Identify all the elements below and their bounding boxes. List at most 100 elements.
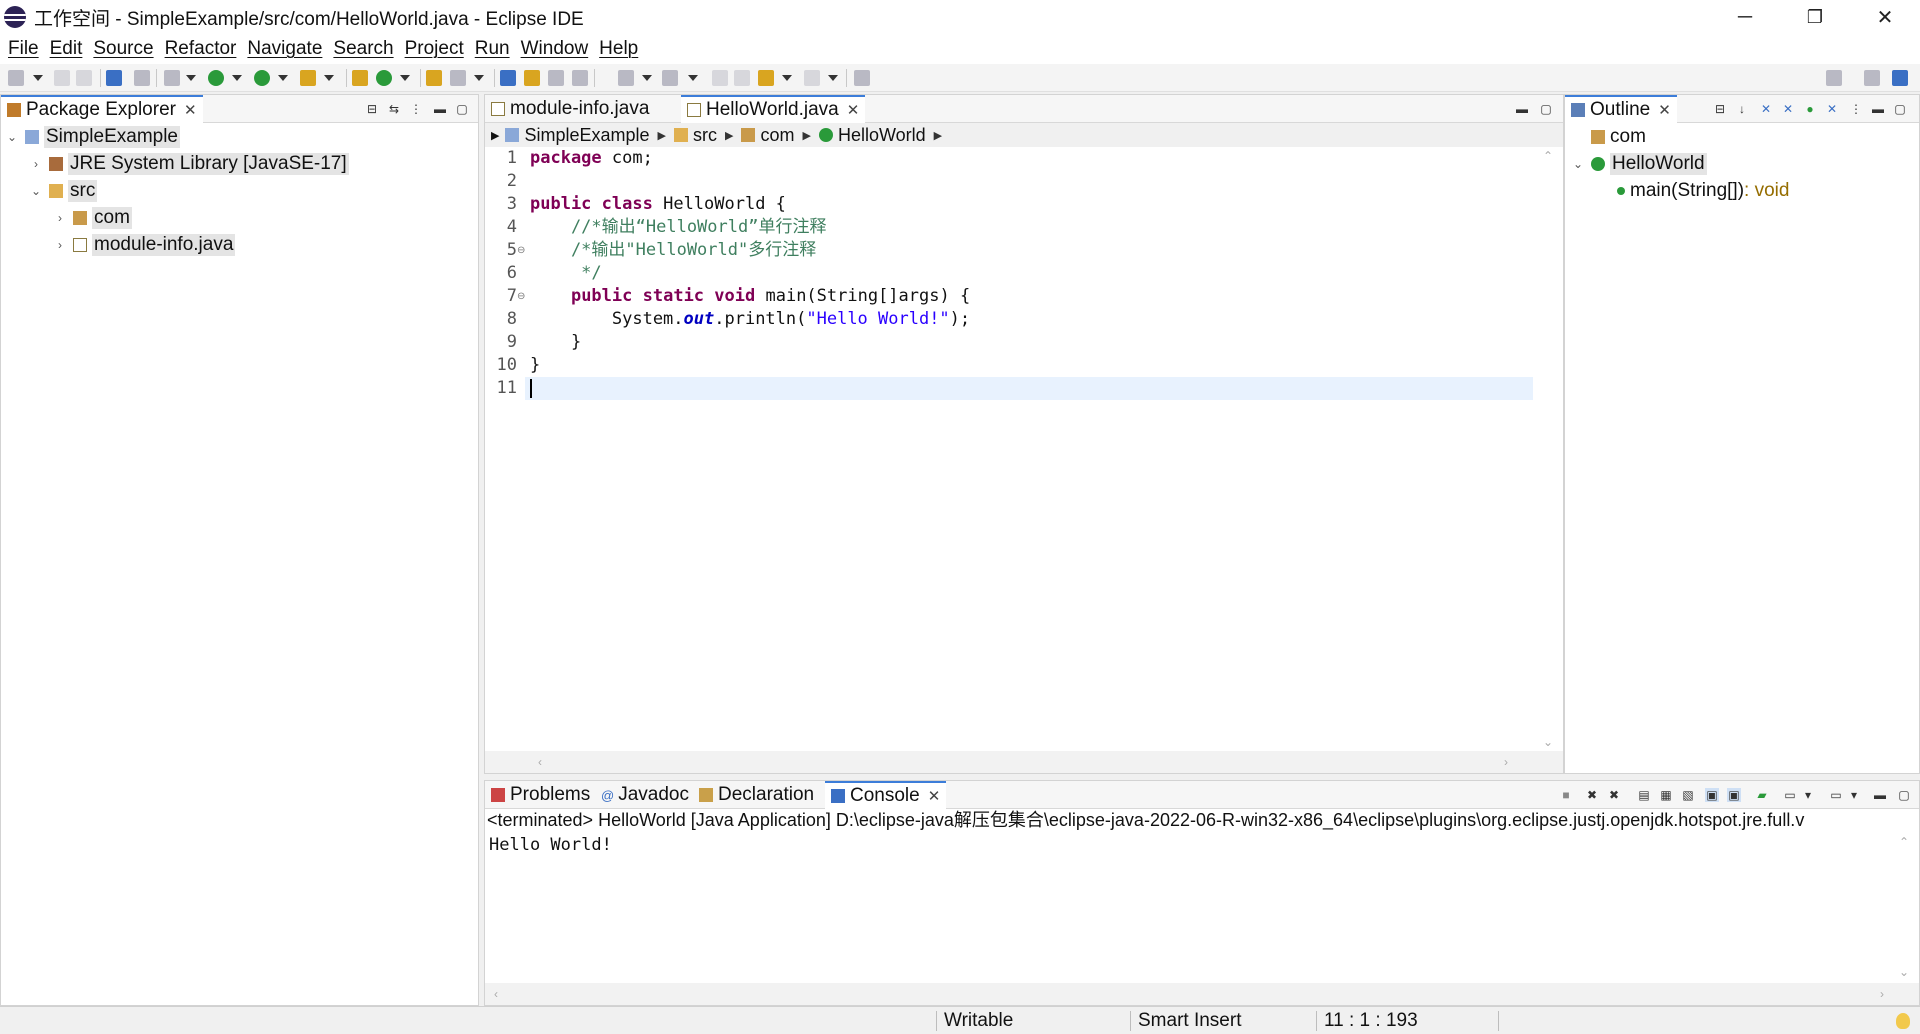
expand-icon[interactable]: ›	[53, 238, 67, 252]
tab-declaration[interactable]: Declaration	[693, 781, 820, 809]
tree-item-src[interactable]: ⌄ src	[29, 179, 98, 203]
pin-editor-icon[interactable]	[854, 70, 870, 86]
scroll-right-icon[interactable]: ›	[1499, 755, 1513, 769]
tab-module-info[interactable]: module-info.java	[485, 95, 655, 123]
save-all-icon[interactable]	[76, 70, 92, 86]
breadcrumb-src[interactable]: src ▶	[674, 125, 733, 146]
search-tool-icon[interactable]	[450, 70, 466, 86]
view-menu-icon[interactable]: ⋮	[409, 102, 423, 116]
menu-edit[interactable]: Edit	[46, 38, 90, 60]
breadcrumb-helloworld[interactable]: HelloWorld ▶	[818, 125, 942, 146]
fold-toggle-icon[interactable]: ⊖	[517, 285, 525, 308]
external-tools-icon[interactable]	[300, 70, 316, 86]
run-dropdown-icon[interactable]	[232, 75, 242, 81]
outline-item-main[interactable]: main(String[]) : void	[1617, 179, 1789, 203]
tree-item-module-info[interactable]: › module-info.java	[53, 233, 236, 257]
close-icon[interactable]: ✕	[184, 101, 197, 119]
terminal-icon[interactable]	[106, 70, 122, 86]
console-output-area[interactable]: Hello World!	[485, 831, 1919, 983]
hide-static-icon[interactable]: ✕	[1781, 102, 1795, 116]
skip-breakpoints-icon[interactable]	[134, 70, 150, 86]
scroll-up-icon[interactable]: ⌃	[1897, 835, 1911, 849]
console-horizontal-scrollbar[interactable]: ‹ ›	[485, 983, 1919, 1005]
new-java-package-icon[interactable]	[352, 70, 368, 86]
show-on-stdout-icon[interactable]: ▣	[1705, 788, 1719, 802]
new-class-dropdown-icon[interactable]	[400, 75, 410, 81]
display-console-icon[interactable]: ▭	[1783, 788, 1797, 802]
display-console-dropdown-icon[interactable]: ▾	[1801, 788, 1815, 802]
save-icon[interactable]	[54, 70, 70, 86]
tab-console[interactable]: Console ✕	[825, 781, 947, 809]
hide-local-types-icon[interactable]: ✕	[1825, 102, 1839, 116]
forward-dropdown-icon[interactable]	[828, 75, 838, 81]
scroll-up-icon[interactable]: ⌃	[1541, 149, 1555, 163]
breadcrumb-project[interactable]: SimpleExample ▶	[505, 125, 666, 146]
expand-icon[interactable]: ›	[53, 211, 67, 225]
close-window-button[interactable]: ✕	[1850, 0, 1920, 34]
hide-fields-icon[interactable]: ✕	[1759, 102, 1773, 116]
menu-refactor[interactable]: Refactor	[161, 38, 244, 60]
menu-file[interactable]: File	[4, 38, 46, 60]
outline-item-helloworld[interactable]: ⌄ HelloWorld	[1571, 152, 1707, 176]
menu-help[interactable]: Help	[595, 38, 645, 60]
run-icon[interactable]	[208, 70, 224, 86]
minimize-button[interactable]: ─	[1710, 0, 1780, 34]
show-on-stderr-icon[interactable]: ▣	[1727, 788, 1741, 802]
scroll-left-icon[interactable]: ‹	[533, 755, 547, 769]
back-icon[interactable]	[758, 70, 774, 86]
toggle-highlight-icon[interactable]	[524, 70, 540, 86]
toggle-mark-occurrences-icon[interactable]	[500, 70, 516, 86]
lightbulb-icon[interactable]	[1896, 1013, 1910, 1029]
scroll-down-icon[interactable]: ⌄	[1541, 735, 1555, 749]
code-editor[interactable]: 1 2 3 4 5 6 7 8 9 10 11 ⊖ ⊖ package com;…	[485, 147, 1563, 751]
back-dropdown-icon[interactable]	[782, 75, 792, 81]
menu-navigate[interactable]: Navigate	[243, 38, 329, 60]
minimize-view-icon[interactable]: ▬	[1871, 102, 1885, 116]
word-wrap-icon[interactable]: ▧	[1681, 788, 1695, 802]
pin-console-icon[interactable]: ▰	[1755, 788, 1769, 802]
remove-launch-icon[interactable]: ✖	[1585, 788, 1599, 802]
link-with-editor-icon[interactable]: ⇆	[387, 102, 401, 116]
maximize-view-icon[interactable]: ▢	[1539, 102, 1553, 116]
coverage-dropdown-icon[interactable]	[278, 75, 288, 81]
clear-console-icon[interactable]: ▤	[1637, 788, 1651, 802]
open-console-icon[interactable]: ▭	[1829, 788, 1843, 802]
scroll-lock-icon[interactable]: ▦	[1659, 788, 1673, 802]
debug-dropdown-icon[interactable]	[186, 75, 196, 81]
maximize-view-icon[interactable]: ▢	[1893, 102, 1907, 116]
menu-window[interactable]: Window	[517, 38, 596, 60]
expand-icon[interactable]: ⌄	[5, 130, 19, 144]
tree-item-project[interactable]: ⌄ SimpleExample	[5, 125, 180, 149]
collapse-all-icon[interactable]: ⊟	[1713, 102, 1727, 116]
menu-source[interactable]: Source	[89, 38, 160, 60]
horizontal-scrollbar[interactable]: ‹ ›	[485, 751, 1563, 773]
breadcrumb-arrow-icon[interactable]: ▶	[491, 129, 499, 142]
new-icon[interactable]	[8, 70, 24, 86]
previous-annotation-icon[interactable]	[662, 70, 678, 86]
close-icon[interactable]: ✕	[1658, 101, 1671, 119]
coverage-icon[interactable]	[254, 70, 270, 86]
tab-package-explorer[interactable]: Package Explorer ✕	[1, 95, 203, 123]
search-icon[interactable]	[1826, 70, 1842, 86]
new-java-class-icon[interactable]	[376, 70, 392, 86]
restore-button[interactable]: ❐	[1780, 0, 1850, 34]
next-annotation-dropdown-icon[interactable]	[642, 75, 652, 81]
tree-item-jre-library[interactable]: › JRE System Library [JavaSE-17]	[29, 152, 349, 176]
menu-project[interactable]: Project	[401, 38, 471, 60]
minimize-view-icon[interactable]: ▬	[1873, 788, 1887, 802]
outline-item-com[interactable]: com	[1591, 125, 1646, 149]
open-perspective-icon[interactable]	[1864, 70, 1880, 86]
tab-outline[interactable]: Outline ✕	[1565, 95, 1677, 123]
tree-item-com-package[interactable]: › com	[53, 206, 132, 230]
vertical-scrollbar[interactable]: ⌃ ⌄	[1537, 147, 1559, 751]
last-edit-location-icon[interactable]	[712, 70, 728, 86]
minimize-view-icon[interactable]: ▬	[1515, 102, 1529, 116]
scroll-down-icon[interactable]: ⌄	[1897, 965, 1911, 979]
view-menu-icon[interactable]: ⋮	[1849, 102, 1863, 116]
previous-annotation-dropdown-icon[interactable]	[688, 75, 698, 81]
scroll-left-icon[interactable]: ‹	[489, 987, 503, 1001]
debug-icon[interactable]	[164, 70, 180, 86]
scroll-right-icon[interactable]: ›	[1875, 987, 1889, 1001]
expand-icon[interactable]: ⌄	[29, 184, 43, 198]
external-tools-dropdown-icon[interactable]	[324, 75, 334, 81]
